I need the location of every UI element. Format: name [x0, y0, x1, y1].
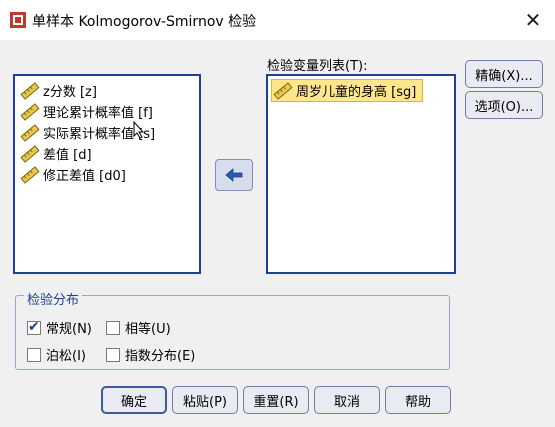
close-button[interactable]: ✕	[521, 8, 545, 32]
variable-label: 差值 [d]	[43, 148, 92, 163]
options-button[interactable]: 选项(O)...	[465, 91, 543, 119]
list-item[interactable]: 修正差值 [d0]	[19, 164, 126, 185]
title-bar: 单样本 Kolmogorov-Smirnov 检验 ✕	[0, 0, 555, 40]
poisson-checkbox[interactable]: 泊松(I)	[27, 345, 86, 364]
variable-label: 周岁儿童的身高 [sg]	[296, 85, 417, 100]
exact-button[interactable]: 精确(X)...	[465, 60, 543, 88]
reset-button[interactable]: 重置(R)	[243, 386, 309, 414]
mouse-cursor-icon	[133, 121, 145, 139]
variable-label: 修正差值 [d0]	[43, 169, 126, 184]
list-item[interactable]: 差值 [d]	[19, 143, 92, 164]
ok-button[interactable]: 确定	[101, 386, 167, 414]
checkbox-label: 泊松(I)	[46, 349, 86, 364]
move-variable-button[interactable]	[215, 159, 253, 191]
checkbox-label: 常规(N)	[46, 322, 92, 337]
paste-button[interactable]: 粘贴(P)	[172, 386, 238, 414]
test-distribution-title: 检验分布	[24, 289, 83, 308]
source-variable-list[interactable]: z分数 [z] 理论累计概率值 [f] 实际累计概率值 [s] 差值 [d] 修…	[13, 74, 201, 274]
ruler-scale-icon	[20, 165, 40, 184]
uniform-checkbox[interactable]: 相等(U)	[106, 318, 171, 337]
checkbox-checked-icon	[27, 319, 41, 335]
test-variable-list[interactable]: 周岁儿童的身高 [sg]	[266, 74, 456, 274]
cancel-button[interactable]: 取消	[314, 386, 380, 414]
ruler-scale-icon	[20, 102, 40, 121]
normal-checkbox[interactable]: 常规(N)	[27, 318, 92, 337]
variable-label: 理论累计概率值 [f]	[43, 106, 153, 121]
help-button[interactable]: 帮助	[385, 386, 451, 414]
test-variable-list-label: 检验变量列表(T):	[267, 59, 368, 74]
ruler-scale-icon	[273, 81, 293, 100]
list-item[interactable]: z分数 [z]	[19, 80, 97, 101]
checkbox-label: 相等(U)	[125, 322, 171, 337]
variable-label: z分数 [z]	[43, 85, 97, 100]
list-item-selected[interactable]: 周岁儿童的身高 [sg]	[271, 79, 424, 102]
list-item[interactable]: 理论累计概率值 [f]	[19, 101, 153, 122]
exponential-checkbox[interactable]: 指数分布(E)	[106, 345, 195, 364]
checkbox-unchecked-icon	[106, 320, 120, 335]
window-title: 单样本 Kolmogorov-Smirnov 检验	[32, 14, 257, 30]
app-icon	[10, 12, 26, 28]
arrow-left-icon	[225, 168, 243, 182]
checkbox-label: 指数分布(E)	[125, 349, 196, 364]
checkbox-unchecked-icon	[106, 347, 120, 362]
checkbox-unchecked-icon	[27, 347, 41, 362]
ruler-scale-icon	[20, 123, 40, 142]
ruler-scale-icon	[20, 81, 40, 100]
ruler-scale-icon	[20, 144, 40, 163]
